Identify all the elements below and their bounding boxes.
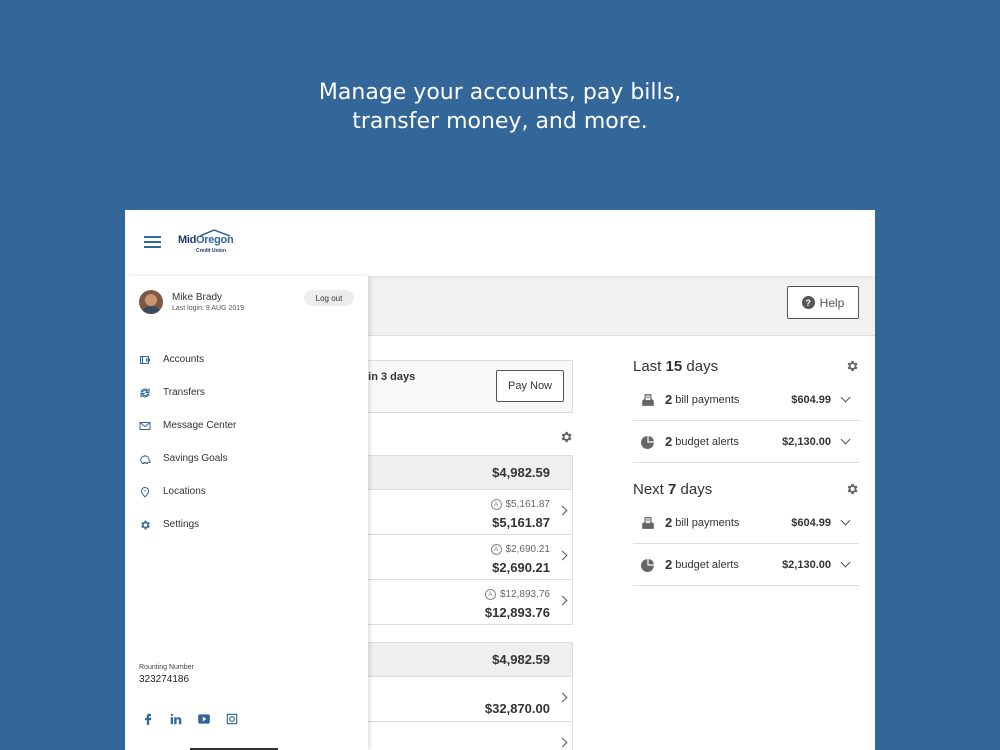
chevron-right-icon bbox=[557, 505, 568, 516]
menu-icon[interactable] bbox=[144, 236, 161, 248]
account-balance: $5,161.87 bbox=[492, 515, 550, 530]
facebook-icon[interactable] bbox=[141, 712, 155, 726]
sidebar-nav: Accounts Transfers Message Center Saving… bbox=[139, 343, 236, 541]
linkedin-icon[interactable] bbox=[169, 712, 183, 726]
account-row[interactable]: A $5,161.87 $5,161.87 bbox=[361, 489, 572, 534]
account-row[interactable] bbox=[361, 721, 572, 750]
gear-icon bbox=[141, 520, 150, 529]
sidebar-item-message-center[interactable]: Message Center bbox=[139, 409, 236, 442]
last-days-panel: Last 15 days 2 bill payments $604.99 2 b… bbox=[633, 353, 859, 463]
group-total: $4,982.59 bbox=[361, 643, 572, 676]
chevron-right-icon bbox=[557, 737, 568, 748]
pie-chart-icon bbox=[641, 558, 654, 572]
pay-now-button[interactable]: Pay Now bbox=[496, 370, 564, 402]
headline-line-1: Manage your accounts, pay bills, bbox=[318, 80, 682, 105]
map-pin-icon bbox=[140, 486, 150, 498]
refresh-icon bbox=[140, 387, 150, 398]
chevron-right-icon bbox=[557, 550, 568, 561]
logout-button[interactable]: Log out bbox=[304, 290, 354, 306]
available-badge-icon: A bbox=[490, 544, 502, 555]
avatar bbox=[139, 290, 163, 314]
panel-title: Last 15 days bbox=[633, 353, 859, 379]
chevron-down-icon bbox=[840, 392, 851, 403]
wallet-icon bbox=[140, 355, 150, 364]
social-links bbox=[141, 712, 239, 726]
bill-icon bbox=[642, 393, 654, 406]
bill-payments-row[interactable]: 2 bill payments $604.99 bbox=[633, 502, 859, 544]
headline-line-2: transfer money, and more. bbox=[352, 109, 648, 134]
logo-subtext: Credit Union bbox=[196, 248, 226, 254]
account-group-2: $4,982.59 $32,870.00 bbox=[360, 642, 573, 750]
user-name: Mike Brady bbox=[172, 292, 223, 303]
headline: Manage your accounts, pay bills, transfe… bbox=[0, 78, 1000, 136]
last-login: Last login: 9 AUG 2019 bbox=[172, 305, 244, 312]
chevron-right-icon bbox=[557, 692, 568, 703]
youtube-icon[interactable] bbox=[197, 712, 211, 726]
sidebar-item-savings-goals[interactable]: Savings Goals bbox=[139, 442, 236, 475]
piggy-bank-icon bbox=[140, 454, 151, 464]
sidebar-item-settings[interactable]: Settings bbox=[139, 508, 236, 541]
instagram-icon[interactable] bbox=[225, 712, 239, 726]
chevron-down-icon bbox=[840, 434, 851, 445]
account-row[interactable]: A $2,690.21 $2,690.21 bbox=[361, 534, 572, 579]
sidebar-item-locations[interactable]: Locations bbox=[139, 475, 236, 508]
panel-title: Next 7 days bbox=[633, 476, 859, 502]
chevron-down-icon bbox=[840, 515, 851, 526]
available-badge-icon: A bbox=[490, 499, 502, 510]
chevron-down-icon bbox=[840, 557, 851, 568]
bill-icon bbox=[642, 516, 654, 529]
sidebar-item-accounts[interactable]: Accounts bbox=[139, 343, 236, 376]
side-drawer: Mike Brady Last login: 9 AUG 2019 Log ou… bbox=[125, 276, 368, 750]
help-button[interactable]: ? Help bbox=[787, 286, 859, 319]
envelope-icon bbox=[139, 421, 151, 430]
top-bar: MidOregon Credit Union bbox=[125, 210, 875, 276]
available-balance: A $2,690.21 bbox=[490, 544, 550, 555]
question-icon: ? bbox=[801, 296, 815, 309]
account-row[interactable]: $32,870.00 bbox=[361, 676, 572, 721]
group-total: $4,982.59 bbox=[361, 456, 572, 489]
app-frame: MidOregon Credit Union ? Help e in 3 day… bbox=[125, 210, 875, 750]
account-balance: $32,870.00 bbox=[484, 701, 550, 716]
account-row[interactable]: A $12,893.76 $12,893.76 bbox=[361, 579, 572, 624]
account-group-1: $4,982.59 A $5,161.87 $5,161.87 A $2,690… bbox=[360, 455, 573, 625]
pie-chart-icon bbox=[641, 435, 654, 449]
panel-settings-gear-icon[interactable] bbox=[845, 482, 859, 496]
account-balance: $12,893.76 bbox=[484, 605, 550, 620]
bill-payments-row[interactable]: 2 bill payments $604.99 bbox=[633, 379, 859, 421]
budget-alerts-row[interactable]: 2 budget alerts $2,130.00 bbox=[633, 421, 859, 463]
chevron-right-icon bbox=[557, 595, 568, 606]
sidebar-item-transfers[interactable]: Transfers bbox=[139, 376, 236, 409]
routing-number: 323274186 bbox=[139, 674, 190, 685]
next-days-panel: Next 7 days 2 bill payments $604.99 2 bu… bbox=[633, 476, 859, 586]
accounts-settings-gear-icon[interactable] bbox=[559, 430, 573, 444]
available-badge-icon: A bbox=[484, 589, 496, 600]
available-balance: A $12,893.76 bbox=[484, 589, 550, 600]
account-balance: $2,690.21 bbox=[492, 560, 550, 575]
logo-text: MidOregon bbox=[178, 234, 234, 246]
help-label: Help bbox=[819, 295, 845, 310]
routing-label: Rounting Number bbox=[139, 664, 194, 671]
mid-oregon-logo[interactable]: MidOregon Credit Union bbox=[178, 229, 234, 259]
panel-settings-gear-icon[interactable] bbox=[845, 359, 859, 373]
budget-alerts-row[interactable]: 2 budget alerts $2,130.00 bbox=[633, 544, 859, 586]
available-balance: A $5,161.87 bbox=[490, 499, 550, 510]
